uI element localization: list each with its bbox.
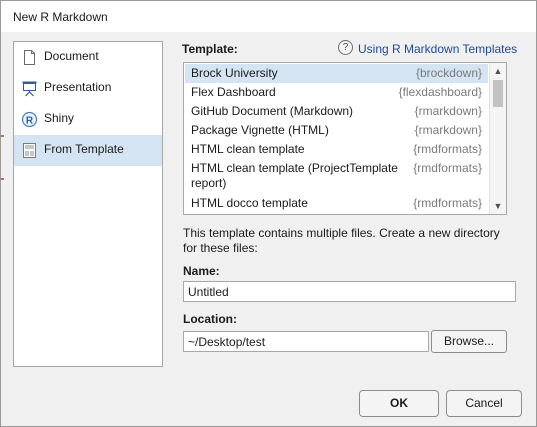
template-package: {flexdashboard} (398, 85, 482, 99)
format-sidebar: Document Presentation R Shiny From Templ… (13, 41, 163, 367)
ok-button[interactable]: OK (359, 390, 439, 417)
background-edge-mark (1, 135, 4, 137)
template-row[interactable]: Flex Dashboard {flexdashboard} (185, 83, 488, 102)
template-row[interactable]: Package Vignette (HTML) {rmarkdown} (185, 121, 488, 140)
question-icon[interactable]: ? (338, 40, 353, 56)
sidebar-item-presentation[interactable]: Presentation (14, 73, 162, 104)
svg-text:R: R (26, 116, 34, 127)
dialog-title: New R Markdown (13, 10, 108, 24)
template-row[interactable]: HTML docco template {rmdformats} (185, 194, 488, 213)
chevron-up-icon[interactable]: ▲ (490, 63, 506, 79)
template-row[interactable]: GitHub Document (Markdown) {rmarkdown} (185, 102, 488, 121)
presentation-icon (21, 80, 38, 97)
location-input[interactable] (183, 331, 429, 352)
sidebar-item-from-template[interactable]: From Template (14, 135, 162, 166)
template-list[interactable]: Brock University {brockdown} Flex Dashbo… (183, 62, 507, 215)
template-heading: Template: (182, 42, 238, 56)
template-package: {rmarkdown} (414, 104, 482, 118)
sidebar-item-document[interactable]: Document (14, 42, 162, 73)
dialog-body: Document Presentation R Shiny From Templ… (1, 32, 536, 426)
sidebar-item-label: From Template (44, 142, 124, 156)
template-row[interactable]: HTML clean template {rmdformats} (185, 140, 488, 159)
sidebar-item-shiny[interactable]: R Shiny (14, 104, 162, 135)
background-edge-mark (1, 178, 4, 180)
template-package: {rmarkdown} (414, 123, 482, 137)
help-link-text[interactable]: Using R Markdown Templates (358, 42, 517, 56)
template-name: HTML docco template (191, 196, 308, 210)
template-row[interactable]: HTML clean template (ProjectTemplate rep… (185, 159, 488, 194)
template-name: Flex Dashboard (191, 85, 276, 99)
template-row[interactable]: Brock University {brockdown} (185, 64, 488, 83)
title-bar[interactable]: New R Markdown (1, 1, 536, 32)
name-label: Name: (183, 264, 220, 278)
sidebar-item-label: Shiny (44, 111, 75, 125)
template-package: {brockdown} (415, 66, 482, 80)
chevron-down-icon[interactable]: ▼ (490, 198, 506, 214)
template-icon (21, 142, 38, 159)
scrollbar-thumb[interactable] (493, 80, 503, 107)
template-name: GitHub Document (Markdown) (191, 104, 354, 118)
help-link[interactable]: ? Using R Markdown Templates (338, 40, 517, 57)
cancel-button[interactable]: Cancel (446, 390, 522, 417)
document-icon (21, 49, 38, 66)
new-r-markdown-dialog: New R Markdown Document Presentation R S… (0, 0, 537, 427)
template-name: Brock University (191, 66, 278, 80)
name-input[interactable] (183, 281, 516, 302)
sidebar-item-label: Document (44, 49, 99, 63)
template-package: {rmdformats} (413, 196, 482, 210)
template-name: HTML clean template (ProjectTemplate rep… (191, 161, 398, 190)
template-description: This template contains multiple files. C… (183, 226, 500, 255)
template-name: HTML clean template (191, 142, 305, 156)
template-package: {rmdformats} (413, 161, 482, 175)
sidebar-item-label: Presentation (44, 80, 112, 94)
browse-button[interactable]: Browse... (431, 330, 507, 353)
template-name: Package Vignette (HTML) (191, 123, 329, 137)
template-package: {rmdformats} (413, 142, 482, 156)
template-list-scrollbar[interactable]: ▲ ▼ (489, 63, 506, 214)
location-label: Location: (183, 312, 237, 326)
shiny-icon: R (21, 111, 38, 128)
